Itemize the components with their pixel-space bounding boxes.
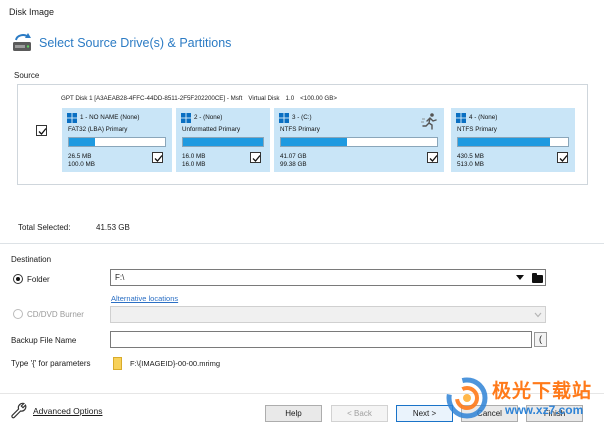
folder-browse-icon[interactable] [532,273,543,283]
partition-filesystem: NTFS Primary [457,126,497,133]
running-person-icon [421,113,437,130]
cd-dvd-radio-label[interactable]: CD/DVD Burner [27,310,84,319]
partition-checkbox[interactable] [250,152,261,163]
windows-icon [181,113,191,123]
watermark: 极光下载站 www.xz7.com [445,372,600,426]
folder-path-field[interactable]: F:\ [110,269,546,286]
back-button[interactable]: < Back [331,405,388,422]
file-name-pattern: F:\{IMAGEID}-00-00.mrimg [130,359,221,368]
watermark-url: www.xz7.com [505,403,584,417]
aurora-logo-icon [446,377,488,419]
partition-usage-bar [182,137,264,147]
windows-icon [67,113,77,123]
partition-title: 2 - (None) [194,114,223,121]
partition-2[interactable]: 2 - (None) Unformatted Primary 16.0 MB 1… [176,108,270,172]
backup-file-name-input[interactable] [110,331,532,348]
destination-label: Destination [11,255,52,264]
check-icon [38,128,47,135]
partition-total: 99.38 GB [280,161,307,168]
partition-usage-fill [69,138,95,146]
partition-usage-bar [68,137,166,147]
partition-4[interactable]: 4 - (None) NTFS Primary 430.5 MB 513.0 M… [451,108,575,172]
alternative-locations-link[interactable]: Alternative locations [111,294,178,303]
file-name-icon [113,357,122,370]
backup-file-name-label: Backup File Name [11,336,77,345]
partition-usage-bar [457,137,569,147]
folder-path-value: F:\ [115,273,125,282]
advanced-options-link[interactable]: Advanced Options [33,406,102,416]
cd-dvd-radio[interactable] [13,309,23,319]
chevron-down-icon [534,312,542,318]
disk-name: GPT Disk 1 [A3AEAB28-4FFC-44DD-8511-2F5F… [61,95,243,102]
windows-icon [279,113,289,123]
window-title: Disk Image [9,7,55,17]
partition-usage-fill [281,138,347,146]
page-title: Select Source Drive(s) & Partitions [39,36,232,50]
disk-checkbox[interactable] [36,125,47,136]
partition-checkbox[interactable] [557,152,568,163]
total-selected-label: Total Selected: [18,223,71,232]
partition-total: 100.0 MB [68,161,95,168]
partition-filesystem: FAT32 (LBA) Primary [68,126,128,133]
section-divider [0,243,604,244]
partition-filesystem: Unformatted Primary [182,126,241,133]
partition-3[interactable]: 3 - (C:) NTFS Primary 41.07 GB 99.38 GB [274,108,444,172]
partition-title: 4 - (None) [469,114,498,121]
partition-used: 430.5 MB [457,153,484,160]
disk-size-detail: <100.00 GB> [300,95,337,102]
windows-icon [456,113,466,123]
help-button[interactable]: Help [265,405,322,422]
partition-checkbox[interactable] [152,152,163,163]
partition-used: 16.0 MB [182,153,206,160]
partition-usage-bar [280,137,438,147]
partition-total: 513.0 MB [457,161,484,168]
partition-total: 16.0 MB [182,161,206,168]
check-icon [154,155,163,162]
folder-radio[interactable] [13,274,23,284]
check-icon [429,155,438,162]
check-icon [252,155,261,162]
disk-type: Virtual Disk [248,95,280,102]
wrench-icon [11,402,27,419]
disk-header: GPT Disk 1 [A3AEAB28-4FFC-44DD-8511-2F5F… [61,95,343,102]
partition-usage-fill [183,138,263,146]
check-icon [559,155,568,162]
partition-1[interactable]: 1 - NO NAME (None) FAT32 (LBA) Primary 2… [62,108,172,172]
partition-usage-fill [458,138,551,146]
disk-size: 1.0 [285,95,295,102]
disk-refresh-icon [13,33,31,51]
partition-title: 1 - NO NAME (None) [80,114,140,121]
watermark-text: 极光下载站 [492,381,593,402]
partition-filesystem: NTFS Primary [280,126,320,133]
partition-checkbox[interactable] [427,152,438,163]
folder-radio-label[interactable]: Folder [27,275,50,284]
radio-selected-dot [16,277,20,281]
parameter-button[interactable]: ( [534,332,547,347]
parameter-hint-label: Type '{' for parameters [11,359,91,368]
folder-dropdown-icon[interactable] [516,275,524,280]
partition-used: 41.07 GB [280,153,307,160]
partition-title: 3 - (C:) [292,114,312,121]
cd-dvd-select[interactable] [110,306,546,323]
source-label: Source [14,71,40,80]
partition-used: 26.5 MB [68,153,92,160]
total-selected-value: 41.53 GB [96,223,130,232]
